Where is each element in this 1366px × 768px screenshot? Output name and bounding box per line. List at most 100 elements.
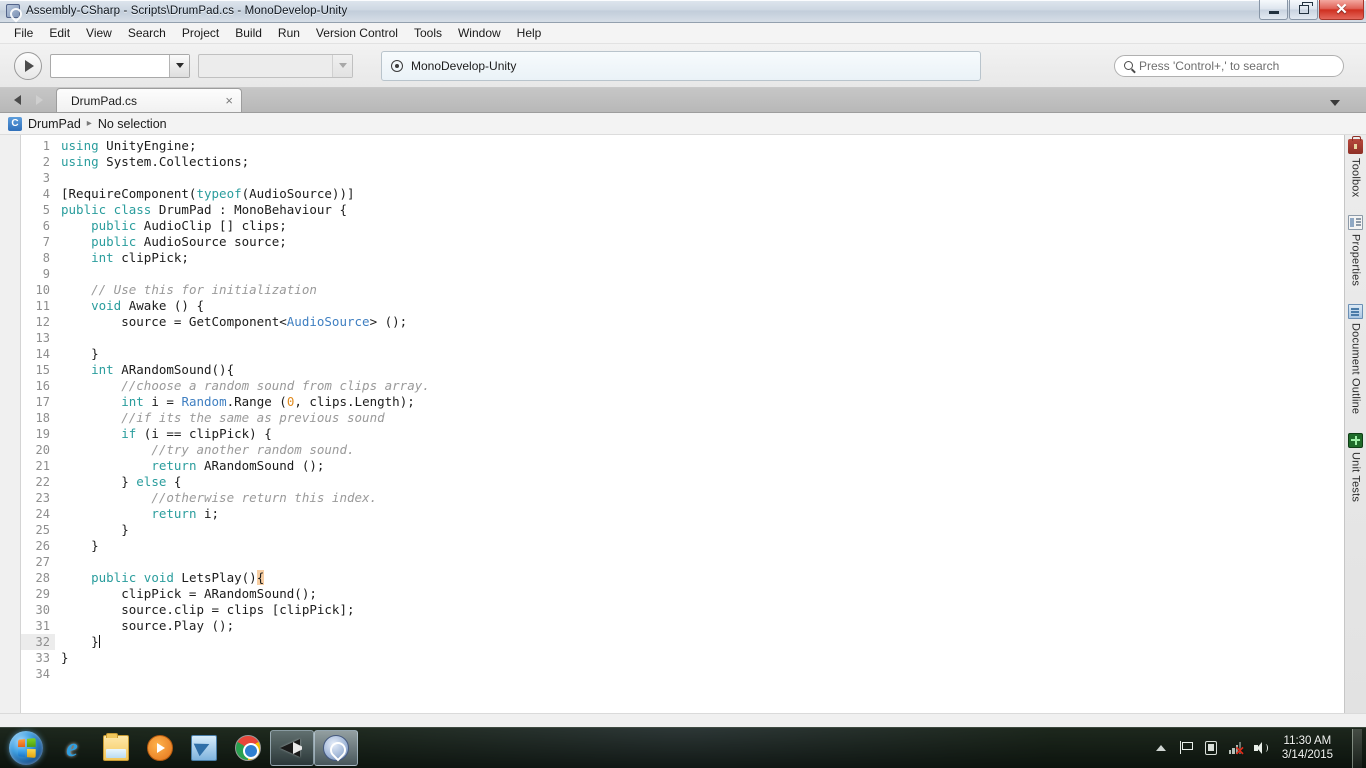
code-text[interactable]: using UnityEngine; using System.Collectio… [55,135,1344,713]
window-controls: ✕ [1259,0,1364,20]
show-hidden-icons-button[interactable] [1153,740,1169,756]
volume-icon[interactable] [1253,740,1269,756]
menu-version-control[interactable]: Version Control [308,24,406,42]
menu-view[interactable]: View [78,24,120,42]
breadcrumb-class[interactable]: DrumPad [28,117,81,131]
dock-tab-unit-tests[interactable]: Unit Tests [1348,432,1363,502]
dock-tab-document-outline[interactable]: Document Outline [1348,304,1363,415]
menu-tools[interactable]: Tools [406,24,450,42]
taskbar-google-chrome[interactable] [226,729,270,767]
taskbar-monodevelop[interactable] [314,730,358,766]
code-line[interactable]: [RequireComponent(typeof(AudioSource))] [61,186,1344,202]
code-line[interactable]: source.Play (); [61,618,1344,634]
code-line[interactable]: } [61,634,1344,650]
line-number: 11 [35,299,50,313]
line-number-gutter: 1 2 3 4 5 6 7 8 9 10 11 12 13 14 15 16 17 18 19 20 21 22 23 24 2… [21,135,55,713]
close-button[interactable]: ✕ [1319,0,1364,20]
code-editor[interactable]: 1 2 3 4 5 6 7 8 9 10 11 12 13 14 15 16 17 18 19 20 21 22 23 24 2… [0,135,1344,713]
code-line[interactable]: public AudioClip [] clips; [61,218,1344,234]
code-line[interactable]: //if its the same as previous sound [61,410,1344,426]
code-line[interactable]: int clipPick; [61,250,1344,266]
code-line[interactable]: } [61,346,1344,362]
line-number: 33 [35,651,50,665]
menu-file[interactable]: File [6,24,41,42]
code-line[interactable]: } [61,650,1344,666]
code-line[interactable]: public AudioSource source; [61,234,1344,250]
document-tabstrip: DrumPad.cs × [0,88,1366,113]
taskbar-windows-explorer[interactable] [94,729,138,767]
code-token: source.clip = clips [clipPick]; [61,602,355,617]
search-box[interactable]: Press 'Control+,' to search [1114,54,1344,77]
minimize-button[interactable] [1259,0,1288,20]
code-line[interactable]: //choose a random sound from clips array… [61,378,1344,394]
code-line[interactable] [61,170,1344,186]
show-desktop-button[interactable] [1352,728,1362,768]
code-line[interactable] [61,330,1344,346]
code-line[interactable]: } [61,522,1344,538]
action-center-icon[interactable] [1178,740,1194,756]
power-icon[interactable] [1203,740,1219,756]
maximize-restore-button[interactable] [1289,0,1318,20]
configuration-combo[interactable] [50,53,190,78]
taskbar-media-player[interactable] [138,729,182,767]
code-line[interactable] [61,666,1344,682]
start-button[interactable] [2,729,50,767]
code-line[interactable]: return i; [61,506,1344,522]
dock-tab-toolbox[interactable]: Toolbox [1348,136,1363,197]
build-status-strip[interactable]: MonoDevelop-Unity [381,50,981,81]
code-line[interactable]: using UnityEngine; [61,138,1344,154]
fold-margin[interactable] [0,135,20,713]
tab-drumpad-cs[interactable]: DrumPad.cs × [56,88,242,112]
dock-tab-properties[interactable]: Properties [1348,215,1363,286]
search-input[interactable]: Press 'Control+,' to search [1139,59,1279,73]
taskbar-clock[interactable]: 11:30 AM 3/14/2015 [1278,734,1341,762]
code-line[interactable] [61,266,1344,282]
platform-combo[interactable] [198,53,353,78]
menu-project[interactable]: Project [174,24,227,42]
breadcrumb-member[interactable]: No selection [98,117,167,131]
code-line[interactable]: //try another random sound. [61,442,1344,458]
code-line[interactable]: // Use this for initialization [61,282,1344,298]
taskbar-remote-desktop[interactable] [182,729,226,767]
run-button[interactable] [14,51,42,80]
code-line[interactable] [61,554,1344,570]
line-number: 14 [35,347,50,361]
code-token: .Range ( [226,394,287,409]
code-line[interactable]: source.clip = clips [clipPick]; [61,602,1344,618]
configuration-combo-value [51,55,169,77]
menu-build[interactable]: Build [227,24,270,42]
network-icon[interactable]: ✕ [1228,740,1245,757]
code-line[interactable]: int i = Random.Range (0, clips.Length); [61,394,1344,410]
menu-search[interactable]: Search [120,24,174,42]
line-number: 13 [35,331,50,345]
menu-window[interactable]: Window [450,24,509,42]
taskbar-internet-explorer[interactable]: e [50,729,94,767]
code-line[interactable]: } else { [61,474,1344,490]
menu-help[interactable]: Help [509,24,550,42]
menu-run[interactable]: Run [270,24,308,42]
taskbar-unity[interactable] [270,730,314,766]
code-line[interactable]: public void LetsPlay(){ [61,570,1344,586]
windows-taskbar: e ✕ 11:30 AM 3/14/2015 [0,727,1366,768]
code-line[interactable]: using System.Collections; [61,154,1344,170]
code-line[interactable]: } [61,538,1344,554]
code-line[interactable]: if (i == clipPick) { [61,426,1344,442]
code-line[interactable]: public class DrumPad : MonoBehaviour { [61,202,1344,218]
navigate-forward-button[interactable] [28,87,50,112]
line-number: 18 [35,411,50,425]
chevron-down-icon[interactable] [1330,100,1340,106]
text-caret [98,635,100,648]
code-token: int [91,362,114,377]
menu-edit[interactable]: Edit [41,24,78,42]
close-icon[interactable]: × [225,93,233,108]
code-line[interactable]: return ARandomSound (); [61,458,1344,474]
code-line[interactable]: clipPick = ARandomSound(); [61,586,1344,602]
code-line[interactable]: int ARandomSound(){ [61,362,1344,378]
code-line[interactable]: void Awake () { [61,298,1344,314]
code-token: public class [61,202,152,217]
breadcrumb: C DrumPad ▸ No selection [0,113,1366,135]
navigate-back-button[interactable] [6,87,28,112]
code-line[interactable]: //otherwise return this index. [61,490,1344,506]
code-line[interactable]: source = GetComponent<AudioSource> (); [61,314,1344,330]
